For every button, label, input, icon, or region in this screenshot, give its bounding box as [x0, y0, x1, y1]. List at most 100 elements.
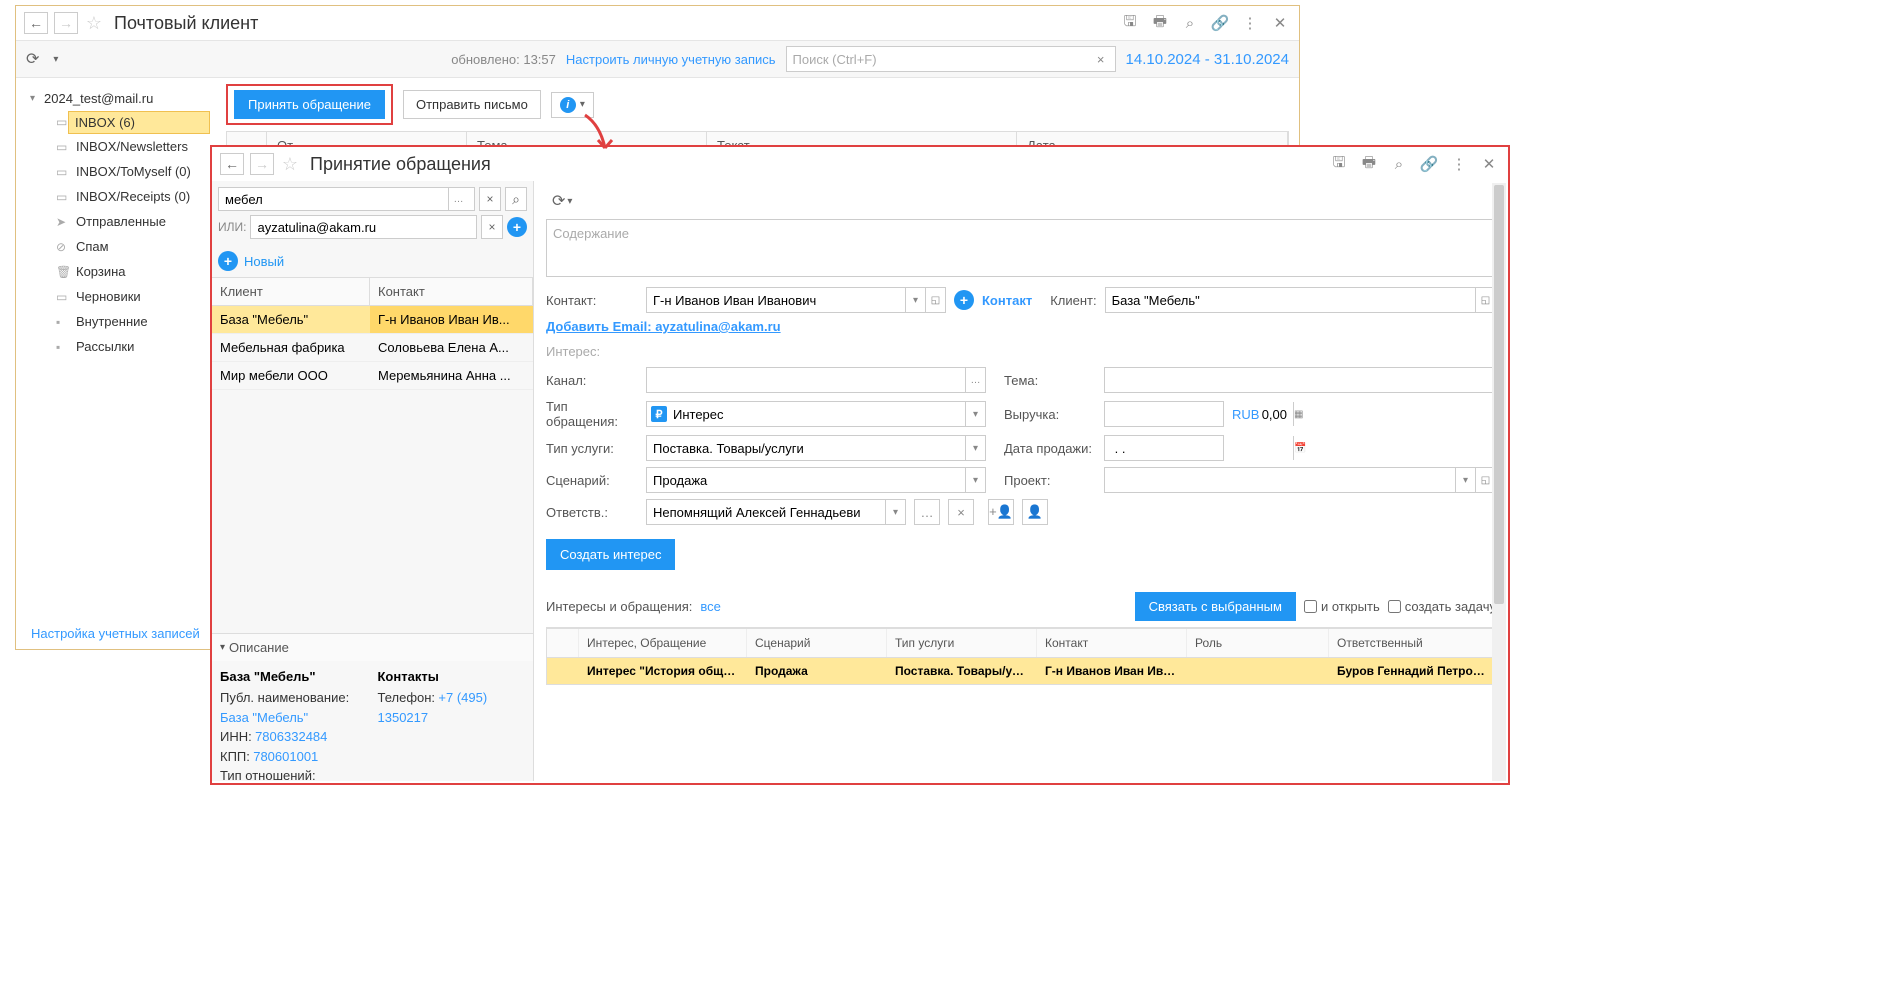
info-button[interactable]: i ▾ [551, 92, 594, 118]
kpp-link[interactable]: 780601001 [253, 749, 318, 764]
ellipsis-btn[interactable]: … [448, 187, 468, 211]
type-combo[interactable]: ₽ ▾ [646, 401, 986, 427]
search-icon[interactable]: ⌕ [505, 187, 527, 211]
col-interest[interactable]: Интерес, Обращение [579, 629, 747, 657]
tree-item-internal[interactable]: ▪Внутренние [16, 309, 216, 334]
revenue-input[interactable]: ▦ [1104, 401, 1224, 427]
add-email-link[interactable]: Добавить Email: ayzatulina@akam.ru [546, 319, 781, 334]
responsible-combo[interactable]: ▾ [646, 499, 906, 525]
currency-link[interactable]: RUB [1232, 407, 1259, 422]
pub-name-link[interactable]: База "Мебель" [220, 710, 308, 725]
inn-link[interactable]: 7806332484 [255, 729, 327, 744]
tree-item-tomyself[interactable]: ▭INBOX/ToMyself (0) [16, 159, 216, 184]
col-role[interactable]: Роль [1187, 629, 1329, 657]
add-contact-button[interactable]: + [954, 290, 974, 310]
tree-item-receipts[interactable]: ▭INBOX/Receipts (0) [16, 184, 216, 209]
ellipsis-btn[interactable]: … [914, 499, 940, 525]
tree-item-spam[interactable]: ⊘Спам [16, 234, 216, 259]
calendar-icon[interactable]: 📅 [1293, 436, 1306, 460]
tree-item-inbox[interactable]: INBOX (6) [68, 111, 210, 134]
tree-root[interactable]: 2024_test@mail.ru [16, 86, 216, 111]
expand-icon[interactable]: ◱ [925, 288, 945, 312]
chevron-down-icon[interactable]: ▾ [965, 468, 985, 492]
tree-item-sent[interactable]: ➤Отправленные [16, 209, 216, 234]
link-selected-button[interactable]: Связать с выбранным [1135, 592, 1296, 621]
close-icon[interactable]: ✕ [1269, 12, 1291, 34]
search-clear-icon[interactable]: × [1093, 52, 1109, 67]
theme-input[interactable] [1104, 367, 1496, 393]
nav-forward-button[interactable]: → [54, 12, 78, 34]
refresh-icon[interactable]: ⟳ ▾ [546, 189, 578, 213]
channel-combo[interactable]: … [646, 367, 986, 393]
description-header[interactable]: ▾ Описание [212, 634, 533, 661]
scenario-combo[interactable]: ▾ [646, 467, 986, 493]
nav-back-button[interactable]: ← [220, 153, 244, 175]
print-icon[interactable]: 🖶 [1358, 153, 1380, 175]
content-textarea[interactable]: Содержание [546, 219, 1496, 277]
create-interest-button[interactable]: Создать интерес [546, 539, 675, 570]
accept-request-button[interactable]: Принять обращение [234, 90, 385, 119]
chevron-down-icon[interactable]: ▾ [905, 288, 925, 312]
star-icon[interactable]: ☆ [280, 154, 300, 175]
link-icon[interactable]: 🔗 [1209, 12, 1231, 34]
filter-input-1[interactable]: … [218, 187, 475, 211]
more-icon[interactable]: ⋮ [1448, 153, 1470, 175]
scrollbar-thumb[interactable] [1494, 185, 1504, 604]
configure-account-link[interactable]: Настроить личную учетную запись [566, 52, 776, 67]
col-contact[interactable]: Контакт [1037, 629, 1187, 657]
tree-item-trash[interactable]: 🗑Корзина [16, 259, 216, 284]
chevron-down-icon[interactable]: ▾ [965, 436, 985, 460]
send-mail-button[interactable]: Отправить письмо [403, 90, 541, 119]
self-person-icon[interactable]: 👤 [1022, 499, 1048, 525]
tree-item-mailings[interactable]: ▪Рассылки [16, 334, 216, 359]
open-checkbox[interactable]: и открыть [1304, 599, 1380, 614]
interest-row[interactable]: Интерес "История общения с... Продажа По… [547, 658, 1495, 684]
col-responsible[interactable]: Ответственный [1329, 629, 1495, 657]
chevron-down-icon[interactable]: ▾ [885, 500, 905, 524]
ellipsis-btn[interactable]: … [965, 368, 985, 392]
client-row[interactable]: База "Мебель" Г-н Иванов Иван Ив... [212, 306, 533, 334]
client-row[interactable]: Мебельная фабрика Соловьева Елена А... [212, 334, 533, 362]
col-scenario[interactable]: Сценарий [747, 629, 887, 657]
search-page-icon[interactable]: ⌕ [1388, 153, 1410, 175]
add-filter-button[interactable]: + [507, 217, 527, 237]
col-service[interactable]: Тип услуги [887, 629, 1037, 657]
search-page-icon[interactable]: ⌕ [1179, 12, 1201, 34]
nav-forward-button[interactable]: → [250, 153, 274, 175]
new-client-link[interactable]: + Новый [212, 245, 533, 277]
clear-filter-1[interactable]: × [479, 187, 501, 211]
account-settings-link[interactable]: Настройка учетных записей [31, 626, 200, 641]
clear-btn[interactable]: × [948, 499, 974, 525]
tree-item-drafts[interactable]: ▭Черновики [16, 284, 216, 309]
more-icon[interactable]: ⋮ [1239, 12, 1261, 34]
date-range[interactable]: 14.10.2024 - 31.10.2024 [1126, 51, 1289, 68]
tree-item-newsletters[interactable]: ▭INBOX/Newsletters [16, 134, 216, 159]
contact-link[interactable]: Контакт [982, 293, 1032, 308]
project-combo[interactable]: ▾ ◱ [1104, 467, 1496, 493]
chevron-down-icon[interactable]: ▾ [965, 402, 985, 426]
calculator-icon[interactable]: ▦ [1293, 402, 1303, 426]
refresh-icon[interactable]: ⟳ [26, 49, 43, 69]
filter-input-2[interactable] [250, 215, 477, 239]
close-icon[interactable]: ✕ [1478, 153, 1500, 175]
col-client[interactable]: Клиент [212, 278, 370, 305]
all-link[interactable]: все [700, 599, 721, 614]
service-combo[interactable]: ▾ [646, 435, 986, 461]
save-icon[interactable]: 🖫 [1119, 12, 1141, 34]
col-contact[interactable]: Контакт [370, 278, 533, 305]
client-field[interactable]: ◱ [1105, 287, 1496, 313]
link-icon[interactable]: 🔗 [1418, 153, 1440, 175]
refresh-dropdown[interactable]: ▾ [53, 54, 58, 65]
task-checkbox[interactable]: создать задачу [1388, 599, 1496, 614]
star-icon[interactable]: ☆ [84, 13, 104, 34]
nav-back-button[interactable]: ← [24, 12, 48, 34]
search-box[interactable]: × [786, 46, 1116, 72]
search-input[interactable] [793, 52, 1093, 67]
add-person-icon[interactable]: +👤 [988, 499, 1014, 525]
scrollbar[interactable] [1492, 183, 1506, 781]
save-icon[interactable]: 🖫 [1328, 153, 1350, 175]
saledate-input[interactable]: 📅 [1104, 435, 1224, 461]
contact-combo[interactable]: ▾ ◱ [646, 287, 946, 313]
client-row[interactable]: Мир мебели ООО Меремьянина Анна ... [212, 362, 533, 390]
clear-filter-2[interactable]: × [481, 215, 503, 239]
